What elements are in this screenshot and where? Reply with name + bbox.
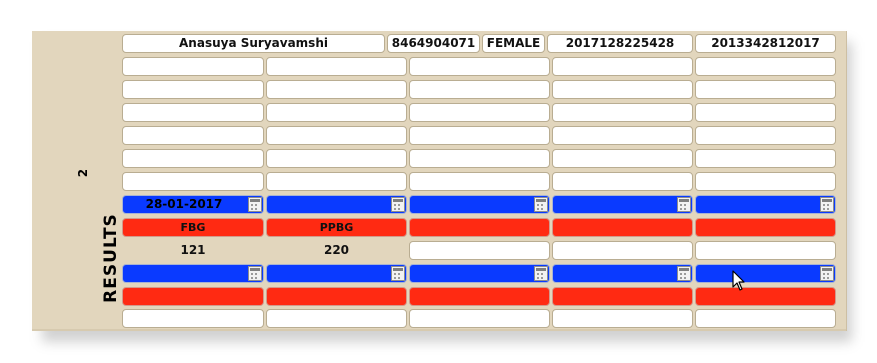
test-value-4[interactable] xyxy=(552,241,693,260)
calendar-icon[interactable] xyxy=(820,197,834,212)
panel-bottom-edge xyxy=(32,329,846,331)
test-value-1[interactable]: 121 xyxy=(122,241,264,260)
test-name-4[interactable] xyxy=(552,218,693,237)
entry-field[interactable] xyxy=(266,103,407,122)
test-name-6[interactable] xyxy=(122,287,264,306)
result-date-6-field[interactable] xyxy=(122,264,264,283)
result-date-10-field[interactable] xyxy=(695,264,836,283)
patient-id-a: 2017128225428 xyxy=(547,34,693,53)
result-date-2-field[interactable] xyxy=(266,195,407,214)
test-name-1[interactable]: FBG xyxy=(122,218,264,237)
patient-name: Anasuya Suryavamshi xyxy=(122,34,385,53)
entry-field[interactable] xyxy=(695,126,836,145)
result-date-9-field[interactable] xyxy=(552,264,693,283)
entry-field[interactable] xyxy=(266,57,407,76)
entry-field[interactable] xyxy=(409,149,550,168)
calendar-icon[interactable] xyxy=(248,197,262,212)
result-date-3-field[interactable] xyxy=(409,195,550,214)
entry-field[interactable] xyxy=(695,172,836,191)
test-name-9[interactable] xyxy=(552,287,693,306)
test-name-10[interactable] xyxy=(695,287,836,306)
entry-field[interactable] xyxy=(552,126,693,145)
results-section-label: RESULTS xyxy=(101,213,121,303)
test-name-3[interactable] xyxy=(409,218,550,237)
mouse-pointer-icon xyxy=(732,270,745,291)
entry-field[interactable] xyxy=(695,57,836,76)
calendar-icon[interactable] xyxy=(820,266,834,281)
entry-field[interactable] xyxy=(266,149,407,168)
calendar-icon[interactable] xyxy=(534,266,548,281)
result-date-1-text: 28-01-2017 xyxy=(145,197,223,211)
entry-field[interactable] xyxy=(409,172,550,191)
test-value-3[interactable] xyxy=(409,241,550,260)
entry-field[interactable] xyxy=(409,103,550,122)
calendar-icon[interactable] xyxy=(391,197,405,212)
entry-field[interactable] xyxy=(552,57,693,76)
test-value-6[interactable] xyxy=(122,309,264,328)
entry-field[interactable] xyxy=(552,172,693,191)
entry-field[interactable] xyxy=(122,126,264,145)
entry-field[interactable] xyxy=(266,172,407,191)
test-name-2[interactable]: PPBG xyxy=(266,218,407,237)
test-value-8[interactable] xyxy=(409,309,550,328)
entry-field[interactable] xyxy=(552,80,693,99)
patient-phone: 8464904071 xyxy=(387,34,480,53)
entry-field[interactable] xyxy=(122,172,264,191)
calendar-icon[interactable] xyxy=(677,197,691,212)
entry-field[interactable] xyxy=(409,126,550,145)
calendar-icon[interactable] xyxy=(391,266,405,281)
group-number: 2 xyxy=(76,168,90,178)
test-name-5[interactable] xyxy=(695,218,836,237)
calendar-icon[interactable] xyxy=(677,266,691,281)
test-name-7[interactable] xyxy=(266,287,407,306)
test-value-10[interactable] xyxy=(695,309,836,328)
entry-field[interactable] xyxy=(552,103,693,122)
test-name-8[interactable] xyxy=(409,287,550,306)
test-value-2[interactable]: 220 xyxy=(266,241,407,260)
entry-field[interactable] xyxy=(266,80,407,99)
entry-field[interactable] xyxy=(552,149,693,168)
entry-field[interactable] xyxy=(122,103,264,122)
patient-id-b: 2013342812017 xyxy=(695,34,836,53)
entry-field[interactable] xyxy=(409,57,550,76)
entry-field[interactable] xyxy=(122,80,264,99)
entry-field[interactable] xyxy=(122,149,264,168)
result-date-4-field[interactable] xyxy=(552,195,693,214)
calendar-icon[interactable] xyxy=(248,266,262,281)
test-value-5[interactable] xyxy=(695,241,836,260)
entry-field[interactable] xyxy=(122,57,264,76)
test-value-9[interactable] xyxy=(552,309,693,328)
result-date-8-field[interactable] xyxy=(409,264,550,283)
entry-field[interactable] xyxy=(695,149,836,168)
entry-field[interactable] xyxy=(266,126,407,145)
calendar-icon[interactable] xyxy=(534,197,548,212)
entry-field[interactable] xyxy=(409,80,550,99)
result-date-7-field[interactable] xyxy=(266,264,407,283)
result-date-5-field[interactable] xyxy=(695,195,836,214)
entry-field[interactable] xyxy=(695,80,836,99)
test-value-7[interactable] xyxy=(266,309,407,328)
result-date-1-field[interactable]: 28-01-2017 xyxy=(122,195,264,214)
entry-field[interactable] xyxy=(695,103,836,122)
patient-gender: FEMALE xyxy=(482,34,545,53)
